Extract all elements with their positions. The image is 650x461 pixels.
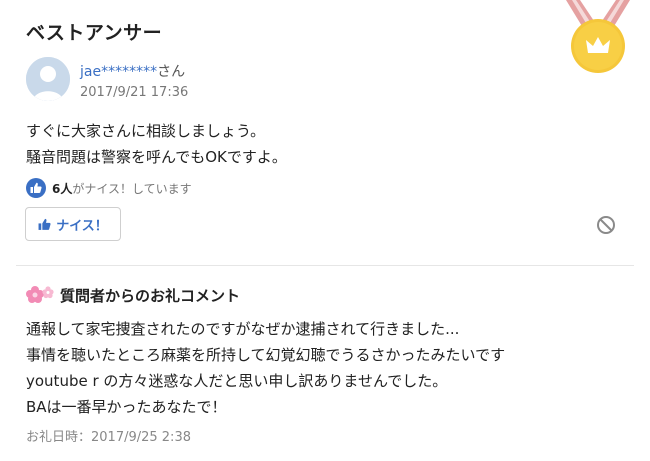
- likes-summary: 6人 がナイス！しています: [26, 178, 192, 198]
- flower-icon: [26, 286, 54, 303]
- comment-line: 事情を聴いたところ麻薬を所持して幻覚幻聴でうるさかったみたいです: [26, 346, 506, 364]
- answer-body: すぐに大家さんに相談しましょう。 騒音問題は警察を呼んでもOKですよ。: [26, 118, 287, 170]
- user-line: jae********さん: [80, 61, 185, 81]
- medal-icon: [566, 0, 630, 73]
- divider: [16, 265, 634, 266]
- comment-line: 通報して家宅捜査されたのですがなぜか逮捕されて行きました...: [26, 320, 460, 338]
- thumbs-up-icon: [26, 178, 46, 198]
- report-icon[interactable]: [596, 215, 616, 235]
- thanks-heading: 質問者からのお礼コメント: [26, 284, 240, 306]
- comment-line: youtube r の方々迷惑な人だと思い申し訳ありませんでした。: [26, 372, 448, 390]
- likes-count: 6人: [52, 181, 73, 196]
- nice-button-label: ナイス！: [56, 218, 108, 234]
- avatar[interactable]: [26, 57, 70, 101]
- thanks-date: お礼日時：2017/9/25 2:38: [26, 430, 191, 445]
- user-name-link[interactable]: jae********: [80, 64, 157, 80]
- section-title: ベストアンサー: [26, 22, 163, 44]
- likes-text: がナイス！しています: [72, 181, 192, 196]
- user-suffix: さん: [157, 64, 186, 80]
- answer-line: すぐに大家さんに相談しましょう。: [26, 122, 266, 140]
- nice-button[interactable]: ナイス！: [25, 207, 121, 241]
- post-date: 2017/9/21 17:36: [80, 85, 189, 100]
- thanks-heading-text: 質問者からのお礼コメント: [60, 286, 241, 305]
- comment-line: BAは一番早かったあなたで！: [26, 398, 227, 416]
- best-answer-card: ベストアンサー jae********さん 2017/9/21 17:36 すぐ…: [0, 0, 650, 461]
- answer-line: 騒音問題は警察を呼んでもOKですよ。: [26, 148, 287, 166]
- thumbs-up-icon: [38, 218, 51, 230]
- thanks-comment: 通報して家宅捜査されたのですがなぜか逮捕されて行きました... 事情を聴いたとこ…: [26, 316, 505, 420]
